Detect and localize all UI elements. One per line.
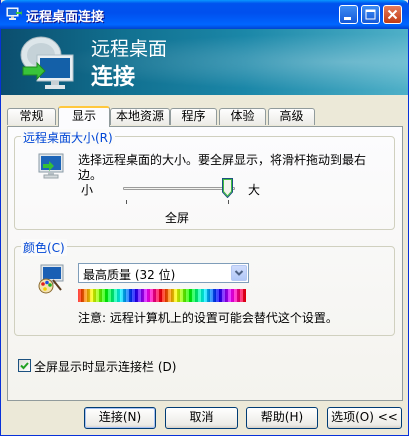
chevron-down-icon — [234, 270, 244, 276]
slider-tick — [228, 200, 229, 204]
show-connection-bar-checkbox[interactable] — [18, 359, 31, 372]
connect-button[interactable]: 连接(N) — [84, 407, 156, 429]
header-banner: 远程桌面 连接 — [1, 29, 408, 95]
remote-desktop-icon — [6, 7, 22, 20]
remote-desktop-dialog: 远程桌面连接 远程桌面 连接 常规 显示 本地资源 程序 体验 高级 远程桌面大… — [0, 0, 409, 436]
colors-legend: 颜色(C) — [21, 239, 67, 256]
slider-min-label: 小 — [81, 183, 94, 197]
color-depth-select[interactable]: 最高质量 (32 位) — [78, 263, 249, 283]
minimize-button[interactable] — [339, 5, 358, 24]
tab-advanced[interactable]: 高级 — [268, 108, 315, 125]
title-bar[interactable]: 远程桌面连接 — [0, 0, 409, 29]
color-palette-icon — [38, 264, 64, 294]
cancel-button[interactable]: 取消 — [165, 407, 238, 429]
color-spectrum-overlay — [78, 289, 246, 302]
tab-programs[interactable]: 程序 — [170, 108, 217, 125]
window-title: 远程桌面连接 — [26, 10, 105, 25]
minimize-icon — [344, 17, 351, 20]
maximize-icon — [365, 9, 376, 20]
display-size-legend: 远程桌面大小(R) — [21, 129, 115, 146]
tab-experience[interactable]: 体验 — [219, 108, 266, 125]
remote-desktop-monitor-icon — [20, 36, 74, 89]
display-size-slider-track[interactable] — [123, 187, 235, 190]
slider-tick — [126, 200, 127, 204]
slider-max-label: 大 — [248, 183, 261, 197]
tab-general[interactable]: 常规 — [7, 108, 56, 125]
checkmark-icon — [20, 362, 29, 370]
tab-local-resources[interactable]: 本地资源 — [110, 108, 170, 125]
close-button[interactable] — [383, 5, 402, 24]
display-size-description-line1: 选择远程桌面的大小。要全屏显示，将滑杆拖动到最右 — [78, 153, 367, 167]
display-monitor-icon — [38, 153, 64, 179]
dropdown-button[interactable] — [231, 265, 247, 281]
display-size-value: 全屏 — [165, 211, 190, 225]
help-button[interactable]: 帮助(H) — [246, 407, 318, 429]
colors-note: 注意: 远程计算机上的设置可能会替代这个设置。 — [78, 311, 338, 325]
display-size-slider-thumb[interactable] — [222, 178, 233, 198]
color-depth-value: 最高质量 (32 位) — [83, 268, 176, 282]
banner-title-line1: 远程桌面 — [91, 38, 168, 60]
maximize-button[interactable] — [361, 5, 380, 24]
show-connection-bar-label[interactable]: 全屏显示时显示连接栏 (D) — [34, 358, 176, 375]
tab-display[interactable]: 显示 — [58, 106, 110, 127]
options-button[interactable]: 选项(O) << — [327, 407, 402, 429]
banner-title-line2: 连接 — [91, 65, 136, 90]
close-icon — [387, 9, 398, 20]
